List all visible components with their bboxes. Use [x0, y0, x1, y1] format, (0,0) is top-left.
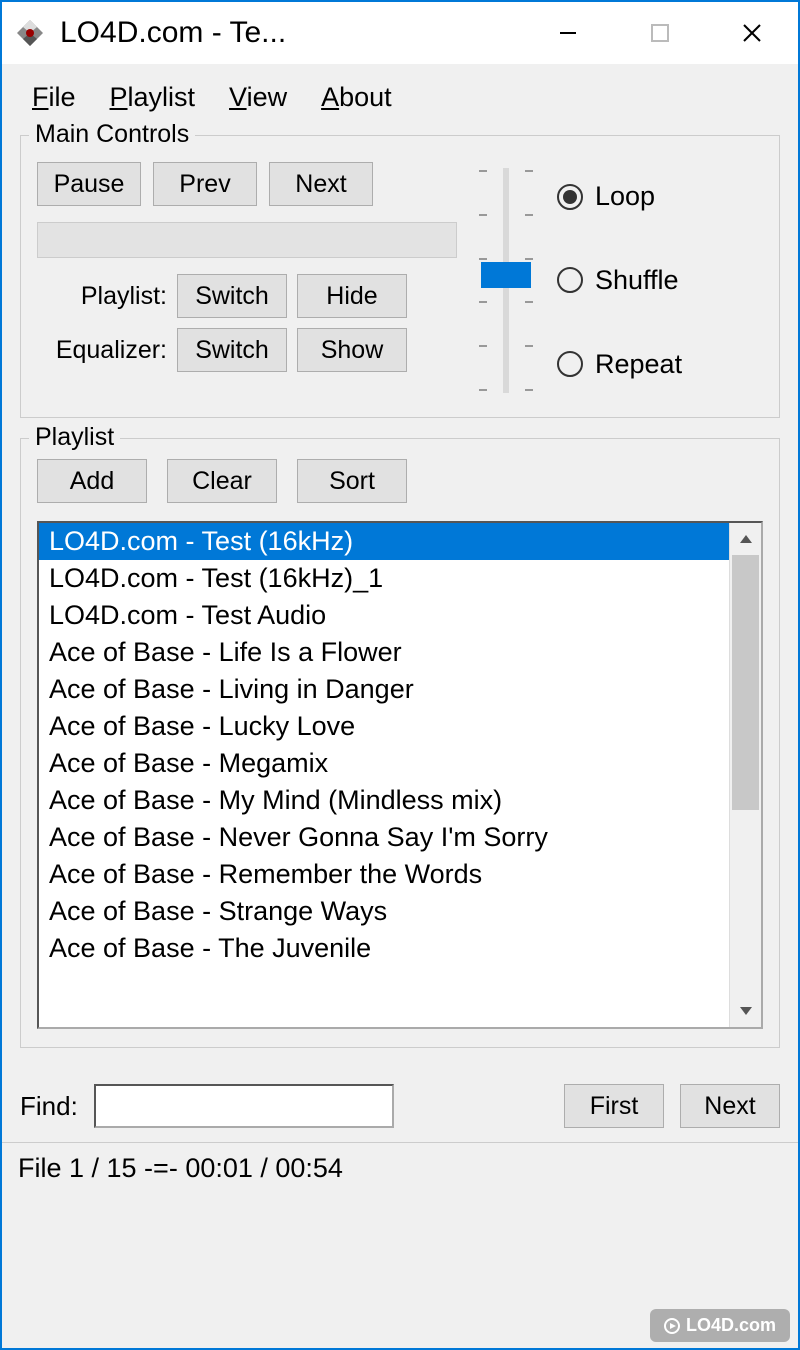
radio-repeat[interactable]: Repeat	[557, 349, 682, 380]
minimize-button[interactable]	[522, 2, 614, 63]
playlist-label: Playlist:	[37, 282, 167, 311]
clear-button[interactable]: Clear	[167, 459, 277, 503]
volume-slider[interactable]	[471, 162, 541, 399]
playlist-group: Playlist Add Clear Sort LO4D.com - Test …	[20, 438, 780, 1048]
playlist-listbox[interactable]: LO4D.com - Test (16kHz)LO4D.com - Test (…	[37, 521, 763, 1029]
equalizer-show-button[interactable]: Show	[297, 328, 407, 372]
list-item[interactable]: Ace of Base - Remember the Words	[39, 856, 729, 893]
scroll-thumb[interactable]	[732, 555, 759, 810]
radio-repeat-label: Repeat	[595, 349, 682, 380]
main-controls-group: Main Controls Pause Prev Next Playlist: …	[20, 135, 780, 418]
list-item[interactable]: Ace of Base - Never Gonna Say I'm Sorry	[39, 819, 729, 856]
playlist-switch-button[interactable]: Switch	[177, 274, 287, 318]
radio-shuffle-label: Shuffle	[595, 265, 679, 296]
list-item[interactable]: Ace of Base - Megamix	[39, 745, 729, 782]
scroll-up-icon[interactable]	[730, 523, 761, 555]
playlist-legend: Playlist	[29, 423, 120, 452]
watermark: LO4D.com	[650, 1309, 790, 1342]
equalizer-switch-button[interactable]: Switch	[177, 328, 287, 372]
app-icon	[14, 17, 46, 49]
find-first-button[interactable]: First	[564, 1084, 664, 1128]
list-item[interactable]: Ace of Base - Lucky Love	[39, 708, 729, 745]
list-item[interactable]: Ace of Base - Living in Danger	[39, 671, 729, 708]
progress-slider[interactable]	[37, 222, 457, 258]
find-input[interactable]	[94, 1084, 394, 1128]
statusbar: File 1 / 15 -=- 00:01 / 00:54	[2, 1142, 798, 1194]
add-button[interactable]: Add	[37, 459, 147, 503]
scroll-down-icon[interactable]	[730, 995, 761, 1027]
app-window: LO4D.com - Te... File Playlist View Abou…	[0, 0, 800, 1350]
watermark-text: LO4D.com	[686, 1315, 776, 1336]
pause-button[interactable]: Pause	[37, 162, 141, 206]
menu-playlist[interactable]: Playlist	[110, 82, 196, 113]
find-row: Find: First Next	[2, 1068, 798, 1142]
close-button[interactable]	[706, 2, 798, 63]
next-button[interactable]: Next	[269, 162, 373, 206]
radio-shuffle[interactable]: Shuffle	[557, 265, 682, 296]
list-item[interactable]: Ace of Base - The Juvenile	[39, 930, 729, 967]
radio-icon	[557, 267, 583, 293]
scrollbar[interactable]	[729, 523, 761, 1027]
list-item[interactable]: LO4D.com - Test (16kHz)	[39, 523, 729, 560]
main-controls-legend: Main Controls	[29, 120, 195, 149]
playlist-hide-button[interactable]: Hide	[297, 274, 407, 318]
maximize-button[interactable]	[614, 2, 706, 63]
list-item[interactable]: LO4D.com - Test Audio	[39, 597, 729, 634]
menu-file[interactable]: File	[32, 82, 76, 113]
radio-icon	[557, 351, 583, 377]
sort-button[interactable]: Sort	[297, 459, 407, 503]
menu-about[interactable]: About	[321, 82, 392, 113]
list-item[interactable]: Ace of Base - Strange Ways	[39, 893, 729, 930]
radio-loop-label: Loop	[595, 181, 655, 212]
equalizer-label: Equalizer:	[37, 336, 167, 365]
find-label: Find:	[20, 1091, 78, 1122]
prev-button[interactable]: Prev	[153, 162, 257, 206]
list-item[interactable]: Ace of Base - Life Is a Flower	[39, 634, 729, 671]
radio-icon	[557, 184, 583, 210]
find-next-button[interactable]: Next	[680, 1084, 780, 1128]
list-item[interactable]: LO4D.com - Test (16kHz)_1	[39, 560, 729, 597]
window-title: LO4D.com - Te...	[60, 16, 522, 50]
menu-view[interactable]: View	[229, 82, 287, 113]
titlebar: LO4D.com - Te...	[2, 2, 798, 64]
volume-slider-thumb[interactable]	[481, 262, 531, 288]
list-item[interactable]: Ace of Base - My Mind (Mindless mix)	[39, 782, 729, 819]
radio-loop[interactable]: Loop	[557, 181, 682, 212]
